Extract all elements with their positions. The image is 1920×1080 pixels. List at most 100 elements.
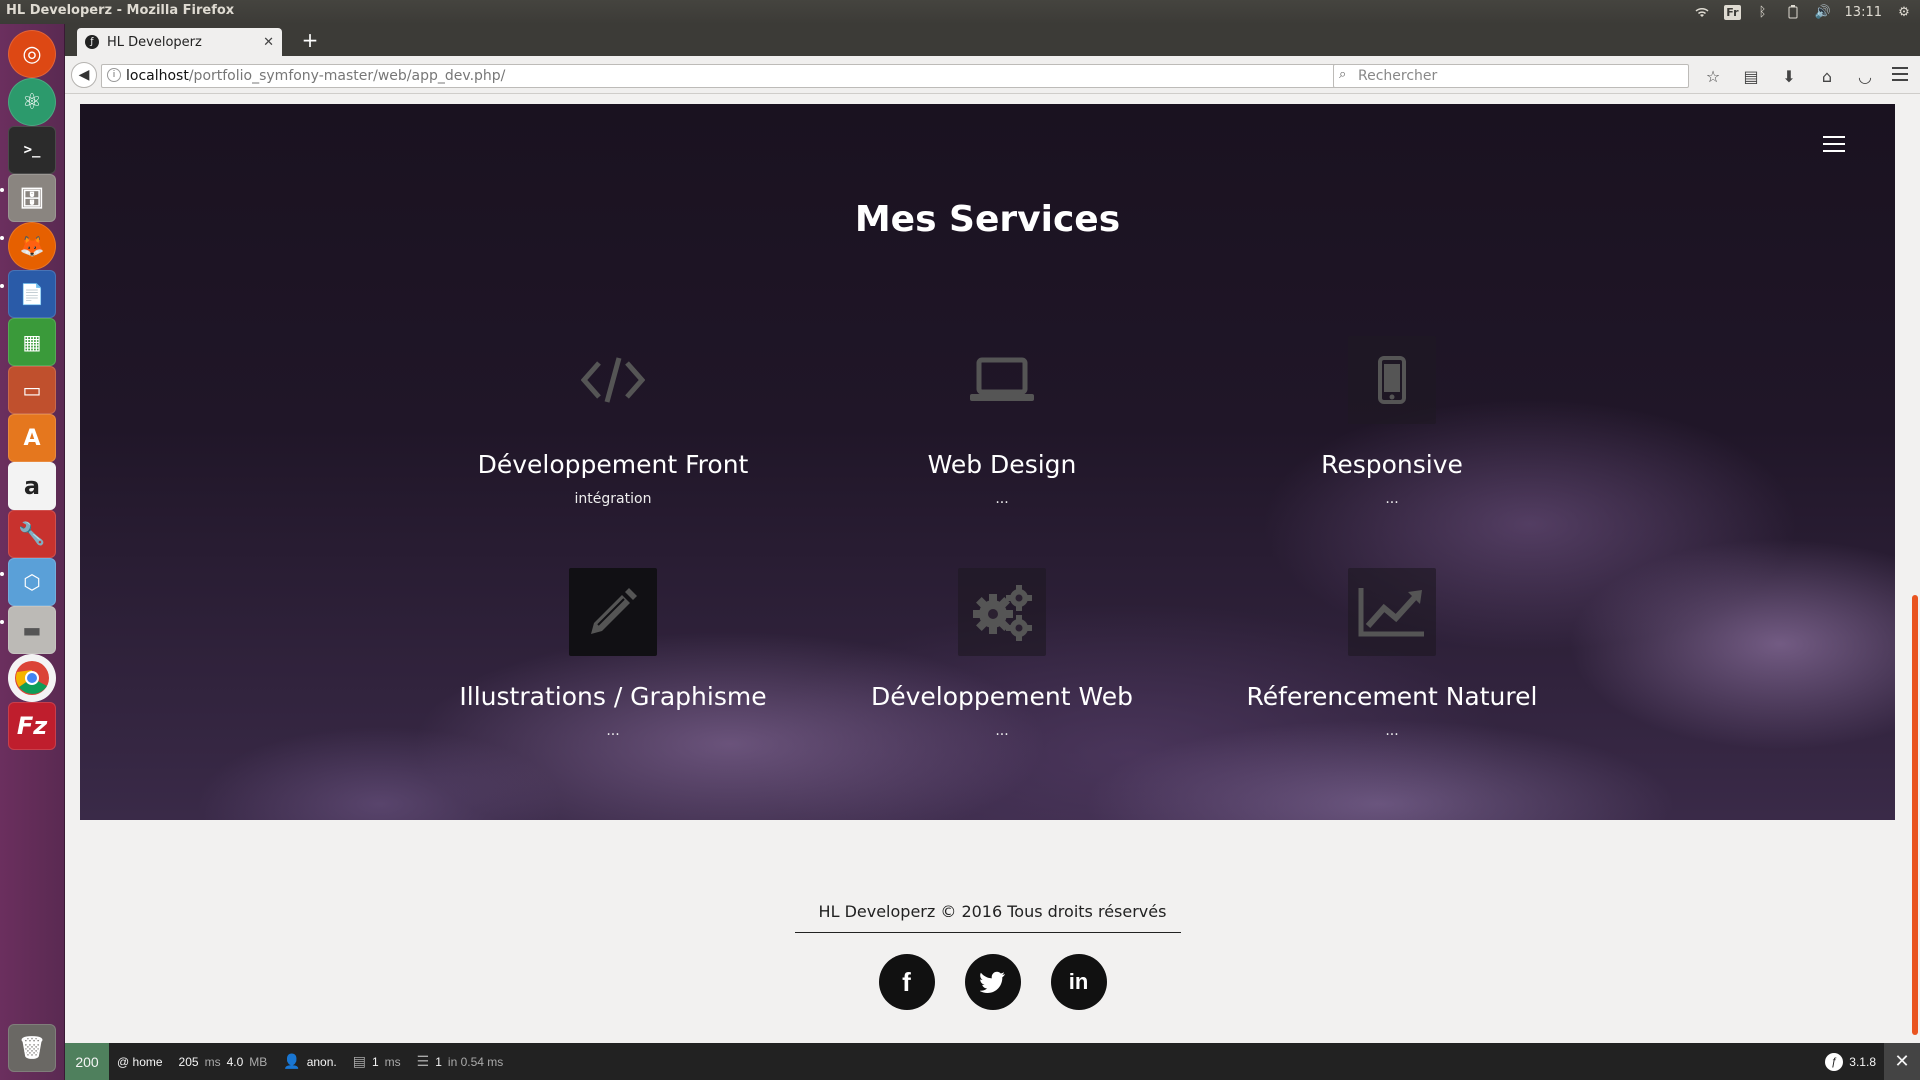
service-desc: ... <box>606 723 620 739</box>
battery-icon[interactable] <box>1785 4 1801 20</box>
search-input[interactable]: ⌕ Rechercher <box>1333 64 1689 88</box>
service-web-design: Web Design ... <box>807 336 1197 507</box>
symfony-debug-toolbar: 200 @ home 205 ms 4.0 MB 👤 anon. ▤ 1 ms ☰ 1… <box>65 1043 1920 1080</box>
service-illustrations: Illustrations / Graphisme ... <box>418 568 808 739</box>
gear-icon[interactable]: ⚙ <box>1896 4 1912 20</box>
footer: HL Developerz © 2016 Tous droits réservé… <box>65 870 1920 1043</box>
pocket-icon[interactable]: ◡ <box>1853 65 1877 87</box>
download-icon[interactable]: ⬇ <box>1777 65 1801 87</box>
facebook-icon: f <box>902 966 911 997</box>
pencil-icon <box>569 568 657 656</box>
search-icon: ⌕ <box>1339 67 1347 82</box>
clock[interactable]: 13:11 <box>1845 5 1882 20</box>
service-name: Web Design <box>927 450 1077 479</box>
new-tab-button[interactable]: + <box>298 28 322 52</box>
user-name: anon. <box>306 1054 337 1069</box>
libreoffice-calc-icon[interactable]: ▦ <box>8 318 56 366</box>
page-scrollbar[interactable] <box>1910 95 1920 1043</box>
service-name: Réferencement Naturel <box>1246 682 1538 711</box>
security-item[interactable]: 👤 anon. <box>275 1043 344 1080</box>
gears-icon <box>958 568 1046 656</box>
home-icon[interactable]: ⌂ <box>1815 65 1839 87</box>
amazon-icon[interactable]: a <box>8 462 56 510</box>
system-settings-icon[interactable]: 🔧 <box>8 510 56 558</box>
wifi-icon[interactable] <box>1694 4 1710 20</box>
drive-icon[interactable]: ▬ <box>8 606 56 654</box>
reading-list-icon[interactable]: ▤ <box>1739 65 1763 87</box>
site-menu-icon[interactable] <box>1823 136 1845 157</box>
laptop-icon <box>958 336 1046 424</box>
route-item[interactable]: @ home <box>109 1043 171 1080</box>
twitter-button[interactable] <box>964 954 1021 1010</box>
nav-bar: ◀ i localhost/portfolio_symfony-master/w… <box>65 56 1920 94</box>
bookmark-star-icon[interactable]: ☆ <box>1701 65 1725 87</box>
service-desc: ... <box>1385 723 1399 739</box>
service-name: Développement Web <box>871 682 1133 711</box>
symfony-version: 3.1.8 <box>1849 1054 1876 1069</box>
service-front-end: Développement Front intégration <box>418 336 808 507</box>
facebook-button[interactable]: f <box>878 954 935 1010</box>
render-unit: ms <box>384 1054 401 1069</box>
launcher-indicator <box>0 620 4 624</box>
linkedin-icon: in <box>1068 969 1089 994</box>
service-name: Illustrations / Graphisme <box>459 682 767 711</box>
twig-item[interactable]: ▤ 1 ms <box>345 1043 409 1080</box>
trash-icon[interactable]: 🗑 <box>8 1024 56 1072</box>
symfony-version-item[interactable]: ƒ 3.1.8 <box>1817 1043 1884 1080</box>
database-icon: ☰ <box>416 1053 430 1069</box>
launcher-indicator <box>0 284 4 288</box>
url-bar[interactable]: i localhost/portfolio_symfony-master/web… <box>101 64 1361 88</box>
system-tray: Fr ᛒ 🔊 13:11 ⚙ <box>1694 0 1912 24</box>
search-placeholder: Rechercher <box>1358 68 1438 84</box>
time-unit: ms <box>204 1054 221 1069</box>
ubuntu-dash-icon[interactable]: ◎ <box>8 30 56 78</box>
url-path: /portfolio_symfony-master/web/app_dev.ph… <box>188 68 506 84</box>
services-title: Mes Services <box>854 199 1121 240</box>
firefox-icon[interactable]: 🦊 <box>8 222 56 270</box>
libreoffice-impress-icon[interactable]: ▭ <box>8 366 56 414</box>
terminal-icon[interactable]: >_ <box>8 126 56 174</box>
status-code-badge[interactable]: 200 <box>65 1043 109 1080</box>
menu-button[interactable] <box>1892 67 1908 85</box>
code-icon <box>569 336 657 424</box>
files-icon[interactable]: 🗄 <box>8 174 56 222</box>
info-icon[interactable]: i <box>107 68 121 82</box>
footer-divider <box>795 932 1181 933</box>
virtualbox-icon[interactable]: ⬡ <box>8 558 56 606</box>
tab-hl-developerz[interactable]: ƒ HL Developerz ✕ <box>77 28 282 56</box>
libreoffice-writer-icon[interactable]: 📄 <box>8 270 56 318</box>
twitter-icon <box>979 971 1005 993</box>
close-tab-icon[interactable]: ✕ <box>263 35 274 50</box>
service-desc: intégration <box>574 491 652 507</box>
template-icon: ▤ <box>352 1053 366 1069</box>
timing-item[interactable]: 205 ms 4.0 MB <box>171 1043 276 1080</box>
chrome-icon[interactable] <box>8 654 56 702</box>
mobile-icon <box>1348 336 1436 424</box>
service-name: Responsive <box>1321 450 1463 479</box>
bluetooth-icon[interactable]: ᛒ <box>1755 4 1771 20</box>
atom-editor-icon[interactable]: ⚛ <box>8 78 56 126</box>
user-icon: 👤 <box>283 1053 301 1069</box>
scrollbar-thumb[interactable] <box>1912 595 1918 1035</box>
volume-icon[interactable]: 🔊 <box>1814 4 1830 20</box>
query-count: 1 <box>435 1054 442 1069</box>
software-center-icon[interactable]: A <box>8 414 56 462</box>
keyboard-layout-indicator[interactable]: Fr <box>1724 4 1741 20</box>
top-panel: HL Developerz - Mozilla Firefox Fr ᛒ 🔊 1… <box>0 0 1920 24</box>
back-button[interactable]: ◀ <box>71 62 97 88</box>
service-web-dev: Développement Web ... <box>807 568 1197 739</box>
launcher-indicator <box>0 188 4 192</box>
memory-unit: MB <box>249 1054 268 1069</box>
memory-usage: 4.0 <box>226 1054 244 1069</box>
service-name: Développement Front <box>477 450 749 479</box>
close-toolbar-icon[interactable]: ✕ <box>1884 1043 1920 1080</box>
services-section: Mes Services Développement Front intégra… <box>80 104 1895 820</box>
arrow-left-icon: ◀ <box>78 67 90 83</box>
page-content: Mes Services Développement Front intégra… <box>65 95 1920 1043</box>
filezilla-icon[interactable]: Fz <box>8 702 56 750</box>
database-item[interactable]: ☰ 1 in 0.54 ms <box>409 1043 512 1080</box>
linkedin-button[interactable]: in <box>1050 954 1107 1010</box>
unity-launcher: ◎ ⚛ >_ 🗄 🦊 📄 ▦ ▭ A a 🔧 ⬡ ▬ Fz 🗑 <box>0 24 65 1080</box>
symfony-favicon-icon: ƒ <box>85 35 99 49</box>
tab-bar: ƒ HL Developerz ✕ + <box>65 24 1920 56</box>
